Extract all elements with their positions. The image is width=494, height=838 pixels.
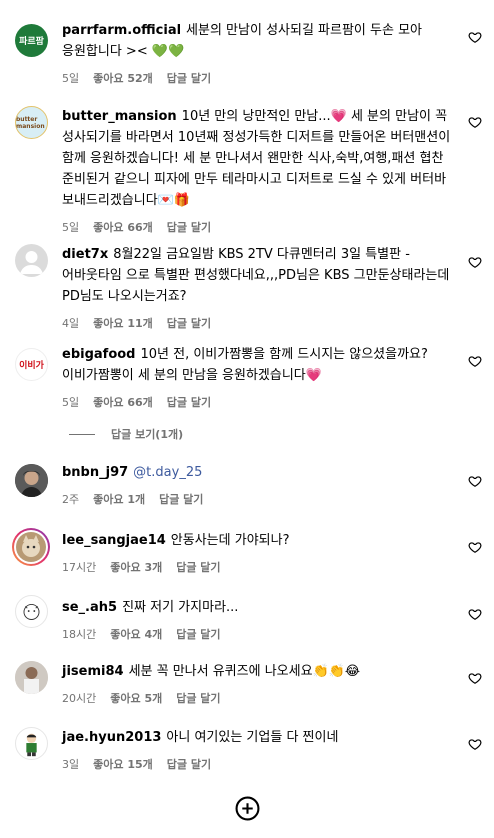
- heart-icon[interactable]: [468, 354, 482, 368]
- comment-time: 3일: [62, 758, 80, 771]
- comment-meta: 20시간 좋아요 5개 답글 달기: [62, 690, 456, 706]
- comment-time: 5일: [62, 221, 80, 234]
- reply-button[interactable]: 답글 달기: [167, 394, 211, 410]
- comment-time: 4일: [62, 317, 80, 330]
- comment-text: diet7x 8월22일 금요일밤 KBS 2TV 다큐멘터리 3일 특별판 -어…: [62, 247, 450, 304]
- reply-button[interactable]: 답글 달기: [176, 559, 220, 575]
- likes-count[interactable]: 좋아요 5개: [110, 690, 162, 706]
- comment-time: 5일: [62, 396, 80, 409]
- comment-meta: 4일 좋아요 11개 답글 달기: [62, 315, 456, 331]
- heart-icon[interactable]: [468, 474, 482, 488]
- character-avatar[interactable]: [15, 727, 48, 760]
- view-replies-button[interactable]: 답글 보기(1개): [69, 426, 183, 442]
- comment-meta: 3일 좋아요 15개 답글 달기: [62, 756, 456, 772]
- default-user-avatar[interactable]: [15, 244, 48, 277]
- likes-count[interactable]: 좋아요 66개: [93, 394, 153, 410]
- cartoon-avatar[interactable]: [15, 595, 48, 628]
- comment-time: 5일: [62, 72, 80, 85]
- mention-link[interactable]: @t.day_25: [133, 465, 202, 480]
- comment-username[interactable]: butter_mansion: [62, 109, 177, 124]
- likes-count[interactable]: 좋아요 11개: [93, 315, 153, 331]
- comment-time: 20시간: [62, 692, 97, 705]
- heart-icon[interactable]: [468, 737, 482, 751]
- comment-meta: 18시간 좋아요 4개 답글 달기: [62, 626, 456, 642]
- likes-count[interactable]: 좋아요 66개: [93, 219, 153, 235]
- parrfarm-logo-avatar[interactable]: 파르팜: [15, 24, 48, 57]
- reply-button[interactable]: 답글 달기: [167, 70, 211, 86]
- comment-time: 2주: [62, 493, 80, 506]
- reply-button[interactable]: 답글 달기: [167, 756, 211, 772]
- comment-text: jisemi84 세분 꼭 만나서 유퀴즈에 나오세요👏👏😂: [62, 664, 361, 679]
- reply-button[interactable]: 답글 달기: [159, 491, 203, 507]
- comment-meta: 5일 좋아요 66개 답글 달기: [62, 394, 456, 410]
- comment-text: ebigafood 10년 전, 이비가짬뽕을 함께 드시지는 않으셨을까요? 이…: [62, 347, 428, 383]
- divider-line: [69, 433, 95, 435]
- ebigafood-logo-avatar[interactable]: 이비가: [15, 348, 48, 381]
- reply-button[interactable]: 답글 달기: [167, 315, 211, 331]
- butter-mansion-logo-avatar[interactable]: butter mansion: [15, 106, 48, 139]
- comment-meta: 5일 좋아요 66개 답글 달기: [62, 219, 456, 235]
- comment-text: lee_sangjae14 안동사는데 가야되나?: [62, 533, 290, 548]
- comment-username[interactable]: ebigafood: [62, 347, 135, 362]
- comment-meta: 2주 좋아요 1개 답글 달기: [62, 491, 456, 507]
- heart-icon[interactable]: [468, 115, 482, 129]
- comment-username[interactable]: jae.hyun2013: [62, 730, 161, 745]
- reply-button[interactable]: 답글 달기: [176, 690, 220, 706]
- comment-username[interactable]: parrfarm.official: [62, 23, 181, 38]
- likes-count[interactable]: 좋아요 3개: [110, 559, 162, 575]
- comment-username[interactable]: lee_sangjae14: [62, 533, 166, 548]
- comment-text: jae.hyun2013 아니 여기있는 기업들 다 찐이네: [62, 730, 339, 745]
- comment-meta: 5일 좋아요 52개 답글 달기: [62, 70, 456, 86]
- reply-button[interactable]: 답글 달기: [176, 626, 220, 642]
- cat-photo-avatar[interactable]: [12, 528, 50, 566]
- add-circle-icon[interactable]: [235, 796, 260, 821]
- heart-icon[interactable]: [468, 671, 482, 685]
- comment-username[interactable]: jisemi84: [62, 664, 124, 679]
- comment-username[interactable]: bnbn_j97: [62, 465, 128, 480]
- likes-count[interactable]: 좋아요 52개: [93, 70, 153, 86]
- comment-meta: 17시간 좋아요 3개 답글 달기: [62, 559, 456, 575]
- comment-text: bnbn_j97 @t.day_25: [62, 462, 456, 483]
- likes-count[interactable]: 좋아요 1개: [93, 491, 145, 507]
- comment-text: parrfarm.official 세분의 만남이 성사되길 파르팜이 두손 모아…: [62, 23, 422, 59]
- comment-text: se_.ah5 진짜 저기 가지마라...: [62, 600, 239, 615]
- comment-time: 17시간: [62, 561, 97, 574]
- heart-icon[interactable]: [468, 255, 482, 269]
- likes-count[interactable]: 좋아요 15개: [93, 756, 153, 772]
- photo-avatar[interactable]: [15, 464, 48, 497]
- comment-username[interactable]: diet7x: [62, 247, 108, 262]
- heart-icon[interactable]: [468, 30, 482, 44]
- comment-time: 18시간: [62, 628, 97, 641]
- likes-count[interactable]: 좋아요 4개: [110, 626, 162, 642]
- heart-icon[interactable]: [468, 540, 482, 554]
- comment-text: butter_mansion 10년 만의 낭만적인 만남...💗 세 분의 만남…: [62, 109, 451, 208]
- comment-username[interactable]: se_.ah5: [62, 600, 117, 615]
- reply-button[interactable]: 답글 달기: [167, 219, 211, 235]
- photo-avatar[interactable]: [15, 661, 48, 694]
- heart-icon[interactable]: [468, 607, 482, 621]
